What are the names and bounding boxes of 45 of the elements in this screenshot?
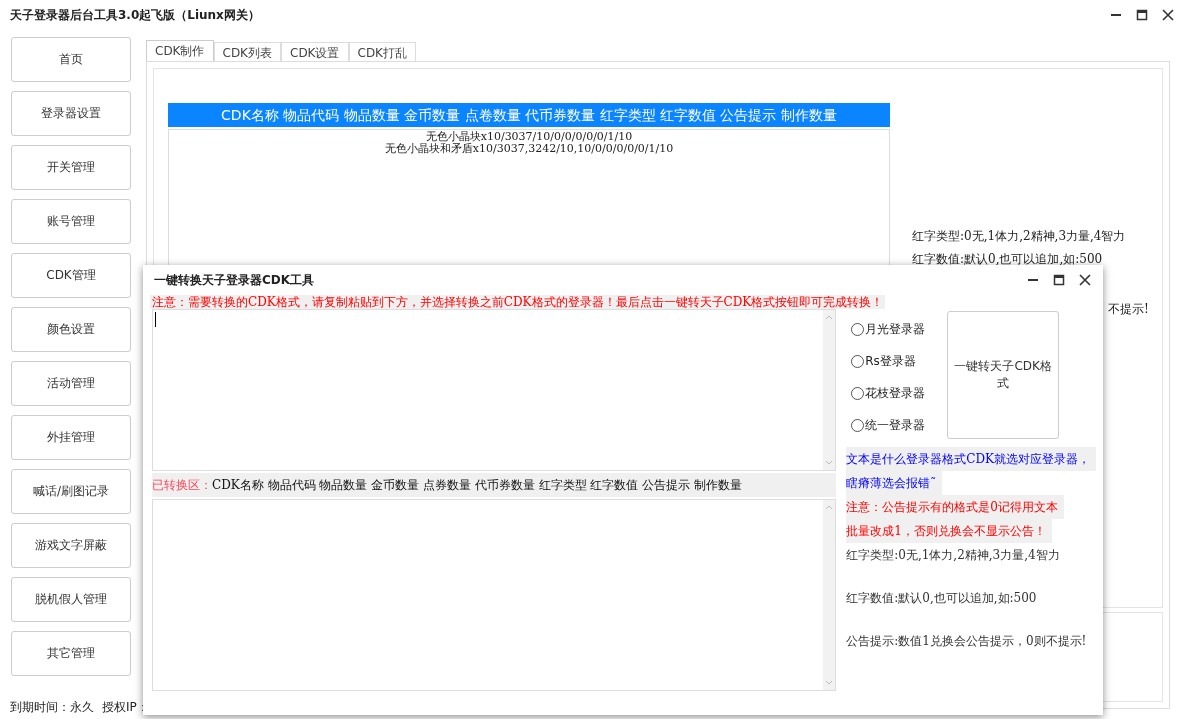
dialog-title: 一键转换天子登录器CDK工具 xyxy=(154,271,315,289)
warning-text: 批量改成1，否则兑换会不显示公告！ xyxy=(846,519,1052,543)
radio-option[interactable]: Rs登录器 xyxy=(851,351,926,372)
note-text: 红字数值:默认0,也可以追加,如:500 xyxy=(912,252,1104,266)
list-row-text: 无色小晶块和矛盾x10/3037,3242/10,10/0/0/0/0/0/1/10 xyxy=(383,143,675,155)
sidebar-button[interactable]: 登录器设置 xyxy=(11,91,131,136)
sidebar-button[interactable]: 游戏文字屏蔽 xyxy=(11,523,131,568)
list-row-text: 无色小晶块x10/3037/10/0/0/0/0/0/1/10 xyxy=(424,131,634,143)
sidebar-button[interactable]: CDK管理 xyxy=(11,253,131,298)
sidebar-button[interactable]: 外挂管理 xyxy=(11,415,131,460)
close-icon[interactable] xyxy=(1162,9,1174,21)
hint-text: 瞎瘠薄选会报错˜ xyxy=(846,471,943,495)
sidebar-button[interactable]: 喊话/刷图记录 xyxy=(11,469,131,514)
radio-option[interactable]: 花枝登录器 xyxy=(851,383,926,404)
radio-option[interactable]: 统一登录器 xyxy=(851,415,926,436)
sidebar-button[interactable]: 颜色设置 xyxy=(11,307,131,352)
sidebar-button[interactable]: 账号管理 xyxy=(11,199,131,244)
close-icon[interactable] xyxy=(1079,274,1091,286)
info-text: 公告提示:数值1兑换会公告提示，0则不提示! xyxy=(846,633,1087,650)
tab[interactable]: CDK设置 xyxy=(281,42,349,61)
sidebar-button[interactable]: 脱机假人管理 xyxy=(11,577,131,622)
converted-label: 已转换区： xyxy=(152,476,212,494)
maximize-icon[interactable] xyxy=(1053,274,1065,286)
expiry-text: 到期时间：永久 xyxy=(10,699,94,716)
sidebar-button[interactable]: 开关管理 xyxy=(11,145,131,190)
info-text: 红字数值:默认0,也可以追加,如:500 xyxy=(846,590,1037,607)
notice-text: 注意：需要转换的CDK格式，请复制粘贴到下方，并选择转换之前CDK格式的登录器！最后点击一键转天子CDK格式按钮即可完成转换！ xyxy=(150,295,886,309)
note-text: 红字类型:0无,1体力,2精神,3力量,4智力 xyxy=(912,229,1127,243)
maximize-icon[interactable] xyxy=(1136,9,1148,21)
sidebar-button[interactable]: 活动管理 xyxy=(11,361,131,406)
window-title: 天子登录器后台工具3.0起飞版（Liunx网关） xyxy=(10,6,260,24)
radio-option[interactable]: 月光登录器 xyxy=(851,319,926,340)
info-text: 红字类型:0无,1体力,2精神,3力量,4智力 xyxy=(846,547,1060,564)
sidebar-button[interactable]: 其它管理 xyxy=(11,631,131,676)
column-header-text: CDK名称 物品代码 物品数量 金币数量 点券数量 代币券数量 红字类型 红字数值 公告提示 制作数量 xyxy=(212,476,743,494)
tab[interactable]: CDK制作 xyxy=(146,40,214,61)
table-header: CDK名称 物品代码 物品数量 金币数量 点卷数量 代币券数量 红字类型 红字数值 公告提示 制作数量 xyxy=(168,103,890,127)
hint-text: 文本是什么登录器格式CDK就选对应登录器， xyxy=(846,447,1096,471)
convert-button[interactable]: 一键转天子CDK格式 xyxy=(947,311,1060,439)
tab[interactable]: CDK打乱 xyxy=(348,42,416,61)
sidebar-button[interactable]: 首页 xyxy=(11,37,131,82)
warning-text: 注意：公告提示有的格式是0记得用文本 xyxy=(846,495,1064,519)
tab[interactable]: CDK列表 xyxy=(213,42,281,61)
note-text: 不提示! xyxy=(1108,302,1149,316)
ip-text: 授权IP： xyxy=(102,699,149,716)
